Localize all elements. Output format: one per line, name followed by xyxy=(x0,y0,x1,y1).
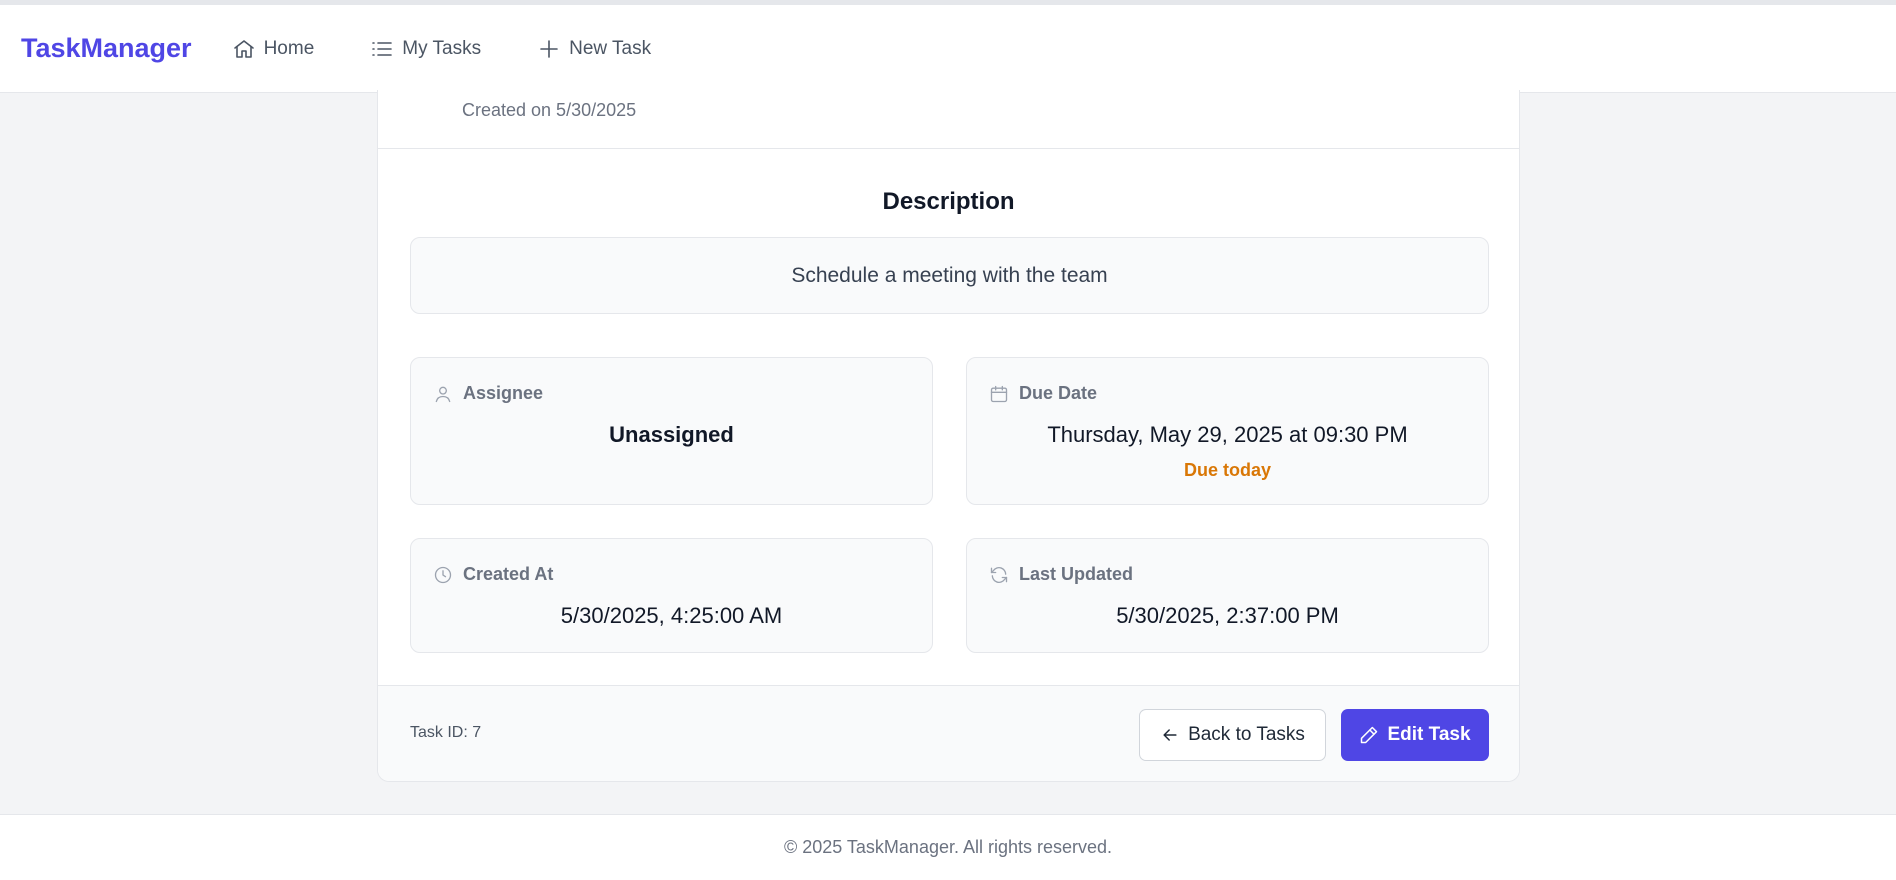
copyright-text: © 2025 TaskManager. All rights reserved. xyxy=(783,837,1113,857)
top-navbar: TaskManager Home My Tasks New Task xyxy=(0,0,1896,93)
description-box: Schedule a meeting with the team xyxy=(410,237,1489,314)
description-text: Schedule a meeting with the team xyxy=(791,263,1108,287)
user-icon xyxy=(435,386,451,402)
brand-logo[interactable]: TaskManager xyxy=(21,33,192,64)
pencil-icon xyxy=(1361,726,1378,744)
created-on-text: Created on 5/30/2025 xyxy=(462,100,637,120)
due-date-label: Due Date xyxy=(1019,383,1098,403)
nav-my-tasks[interactable]: My Tasks xyxy=(370,37,481,61)
due-status-text: Due today xyxy=(1183,460,1271,480)
created-at-header: Created At xyxy=(433,564,553,585)
edit-task-label: Edit Task xyxy=(1387,724,1471,745)
due-date-header: Due Date xyxy=(989,383,1097,404)
nav-new-task-label: New Task xyxy=(569,37,652,59)
created-at-label: Created At xyxy=(463,564,554,584)
calendar-icon xyxy=(990,385,1008,402)
due-date-value: Thursday, May 29, 2025 at 09:30 PM xyxy=(1047,422,1408,447)
nav-my-tasks-label: My Tasks xyxy=(402,37,482,59)
last-updated-value: 5/30/2025, 2:37:00 PM xyxy=(1116,603,1339,628)
plus-icon xyxy=(540,39,558,58)
home-icon xyxy=(233,39,254,58)
created-at-value: 5/30/2025, 4:25:00 AM xyxy=(560,603,783,628)
nav-home-label: Home xyxy=(263,37,315,59)
last-updated-label: Last Updated xyxy=(1019,564,1134,584)
assignee-value: Unassigned xyxy=(609,422,734,447)
clock-icon xyxy=(434,566,452,583)
back-to-tasks-label: Back to Tasks xyxy=(1188,724,1305,745)
assignee-card: Assignee Unassigned xyxy=(410,357,933,505)
edit-task-button[interactable]: Edit Task xyxy=(1341,709,1489,761)
created-at-card: Created At 5/30/2025, 4:25:00 AM xyxy=(410,538,933,653)
list-icon xyxy=(372,41,393,56)
arrow-left-icon xyxy=(1163,729,1177,741)
refresh-icon xyxy=(990,566,1008,583)
nav-new-task[interactable]: New Task xyxy=(537,37,651,61)
header-divider xyxy=(378,148,1519,149)
last-updated-card: Last Updated 5/30/2025, 2:37:00 PM xyxy=(966,538,1489,653)
assignee-header: Assignee xyxy=(433,383,543,404)
task-detail-card: Created on 5/30/2025 Description Schedul… xyxy=(377,90,1520,782)
page-footer: © 2025 TaskManager. All rights reserved. xyxy=(0,814,1896,880)
due-date-card: Due Date Thursday, May 29, 2025 at 09:30… xyxy=(966,357,1489,505)
task-id-text: Task ID: 7 xyxy=(410,724,482,741)
nav-home[interactable]: Home xyxy=(232,37,315,61)
last-updated-header: Last Updated xyxy=(989,564,1133,585)
description-heading: Description xyxy=(882,188,1015,215)
card-footer: Task ID: 7 Back to Tasks Edit Task xyxy=(378,685,1519,781)
assignee-label: Assignee xyxy=(463,383,544,403)
back-to-tasks-button[interactable]: Back to Tasks xyxy=(1139,709,1326,761)
